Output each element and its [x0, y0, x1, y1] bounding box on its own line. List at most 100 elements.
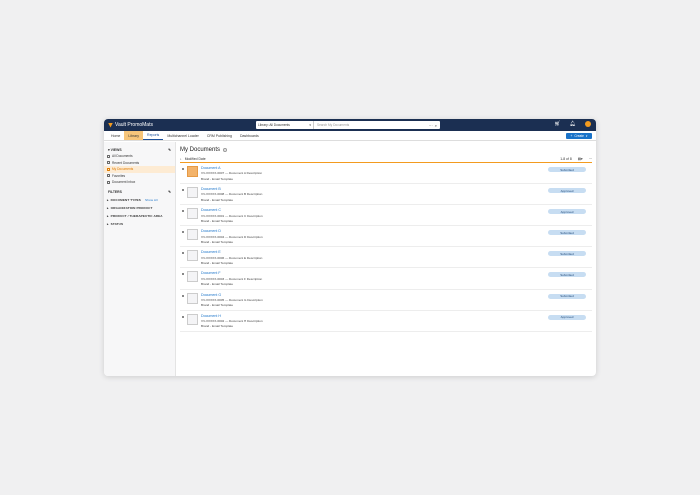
document-name-link[interactable]: Document E	[201, 250, 262, 254]
tab-reports[interactable]: Reports	[143, 131, 164, 140]
inbox-icon	[107, 180, 110, 184]
list-item[interactable]: Document D VV-XXXXX-0004 — Document D Des…	[180, 226, 592, 248]
document-thumbnail[interactable]	[187, 271, 198, 283]
app-name: Vault PromoMats	[115, 122, 153, 128]
document-thumbnail[interactable]	[187, 313, 198, 325]
document-thumbnail[interactable]	[187, 208, 198, 220]
vault-logo-icon	[108, 122, 113, 128]
tab-dashboards[interactable]: Dashboards	[236, 131, 263, 140]
document-meta: Brand - Email Template	[201, 176, 234, 181]
views-header[interactable]: ▾ VIEWS ✎	[104, 146, 175, 153]
sort-control[interactable]: ↓ Modified Date	[180, 157, 206, 161]
document-name-link[interactable]: Document G	[201, 293, 263, 297]
sidebar-item-label: Document Inbox	[112, 180, 136, 185]
list-item[interactable]: Document A VV-XXXXX-0007 — Document A Des…	[180, 163, 592, 185]
filter-label: STATUS	[110, 221, 124, 226]
list-item[interactable]: Document C VV-XXXXX-0001 — Document C Des…	[180, 205, 592, 227]
document-number: VV-XXXXX-0007 — Document A Description	[201, 171, 263, 176]
more-icon[interactable]: ⋯	[589, 157, 592, 161]
row-checkbox[interactable]	[182, 189, 184, 192]
filters-header[interactable]: FILTERS ✎	[104, 189, 175, 196]
view-toggle-icon[interactable]: ▤▾	[578, 157, 583, 161]
search-scope-select[interactable]: Library: All Documents ▾	[256, 121, 314, 129]
row-checkbox[interactable]	[182, 210, 184, 213]
filter-status[interactable]: ▸ STATUS	[104, 220, 175, 228]
document-number: VV-XXXXX-0001 — Document C Description	[201, 213, 263, 218]
status-badge: Submitted	[548, 230, 586, 236]
sort-label: Modified Date	[184, 156, 206, 161]
chevron-right-icon: ▸	[107, 221, 109, 226]
filter-label: DOCUMENT TYPES	[110, 197, 141, 202]
tab-library[interactable]: Library	[124, 131, 144, 140]
sidebar-item-label: All Documents	[112, 154, 133, 159]
document-thumbnail[interactable]	[187, 292, 198, 304]
brand[interactable]: Vault PromoMats	[108, 122, 153, 128]
list-item[interactable]: Document G VV-XXXXX-0005 — Document G Des…	[180, 290, 592, 311]
row-checkbox[interactable]	[182, 294, 184, 297]
document-name-link[interactable]: Document B	[201, 187, 262, 191]
document-name-link[interactable]: Document D	[201, 229, 263, 233]
document-thumbnail[interactable]	[187, 187, 198, 199]
row-checkbox[interactable]	[182, 231, 184, 234]
document-number: VV-XXXXX-0005 — Document G Description	[201, 297, 263, 302]
document-meta: Brand - Email Template	[201, 324, 234, 329]
document-meta: Brand - Email Template	[201, 218, 234, 223]
document-meta: Brand - Email Template	[201, 240, 234, 245]
show-all-link[interactable]: Show All	[145, 198, 158, 202]
document-thumbnail[interactable]	[187, 250, 198, 262]
document-name-link[interactable]: Document C	[201, 208, 263, 212]
filter-document-types[interactable]: ▸ DOCUMENT TYPES Show All	[104, 196, 175, 204]
search-scope-label: Library: All Documents	[258, 123, 290, 127]
tab-crm-publishing[interactable]: CRM Publishing	[203, 131, 236, 140]
list-item[interactable]: Document H VV-XXXXX-0002 — Document H Des…	[180, 311, 592, 332]
row-checkbox[interactable]	[182, 315, 184, 318]
document-thumbnail[interactable]	[187, 229, 198, 241]
document-meta: Brand - Email Template	[201, 303, 234, 308]
status-badge: Submitted	[548, 272, 586, 278]
document-thumbnail[interactable]	[187, 166, 198, 177]
chevron-down-icon: ▾	[585, 134, 588, 138]
top-bar: Vault PromoMats Library: All Documents ▾…	[104, 119, 596, 131]
cart-icon[interactable]: 🛒︎	[554, 121, 560, 127]
sidebar-item-document-inbox[interactable]: Document Inbox	[104, 179, 175, 186]
list-item[interactable]: Document F VV-XXXXX-0003 — Document F Des…	[180, 268, 592, 290]
document-meta: Brand - Email Template	[201, 282, 234, 287]
document-name-link[interactable]: Document H	[201, 314, 263, 318]
list-item[interactable]: Document B VV-XXXXX-0008 — Document B Des…	[180, 184, 592, 206]
tab-multichannel-loader[interactable]: Multichannel Loader	[163, 131, 203, 140]
filter-organization-product[interactable]: ▸ ORGANIZATION PRODUCT	[104, 204, 175, 212]
status-badge: Submitted	[548, 167, 586, 172]
search-input[interactable]: Search My Documents	[314, 123, 429, 127]
chevron-down-icon: ▾	[309, 123, 311, 127]
document-number: VV-XXXXX-0002 — Document H Description	[201, 319, 263, 324]
document-name-link[interactable]: Document F	[201, 271, 262, 275]
edit-icon[interactable]: ✎	[168, 190, 171, 194]
filter-label: PRODUCT / THERAPEUTIC AREA	[110, 213, 163, 218]
sidebar-item-label: Recent Documents	[112, 160, 140, 165]
status-badge: Submitted	[548, 251, 586, 257]
bell-icon[interactable]: 🔔︎	[570, 121, 576, 127]
row-checkbox[interactable]	[182, 252, 184, 255]
sidebar-item-label: Favorites	[112, 173, 126, 178]
avatar[interactable]	[585, 121, 591, 127]
filter-product-therapeutic-area[interactable]: ▸ PRODUCT / THERAPEUTIC AREA	[104, 212, 175, 220]
documents-icon	[107, 154, 110, 158]
list-item[interactable]: Document E VV-XXXXX-0006 — Document E Des…	[180, 247, 592, 269]
app-window: Vault PromoMats Library: All Documents ▾…	[104, 119, 596, 376]
clock-icon	[107, 161, 110, 165]
document-name-link[interactable]: Document A	[201, 166, 262, 170]
document-meta: Brand - Email Template	[201, 197, 234, 202]
edit-icon[interactable]: ✎	[168, 148, 171, 152]
status-badge: Approved	[548, 209, 586, 215]
status-badge: Approved	[548, 188, 586, 194]
star-icon	[107, 174, 110, 178]
row-checkbox[interactable]	[182, 168, 184, 170]
tab-home[interactable]: Home	[107, 131, 124, 140]
create-button[interactable]: + Create ▾	[566, 133, 592, 139]
info-icon[interactable]: i	[223, 148, 228, 152]
row-checkbox[interactable]	[182, 273, 184, 276]
search-options-icon[interactable]: ⋯	[429, 123, 433, 128]
search-icon[interactable]: ⌕	[435, 123, 437, 128]
user-icon	[107, 167, 110, 171]
sidebar: ▾ VIEWS ✎ All Documents Recent Documents…	[104, 142, 176, 376]
